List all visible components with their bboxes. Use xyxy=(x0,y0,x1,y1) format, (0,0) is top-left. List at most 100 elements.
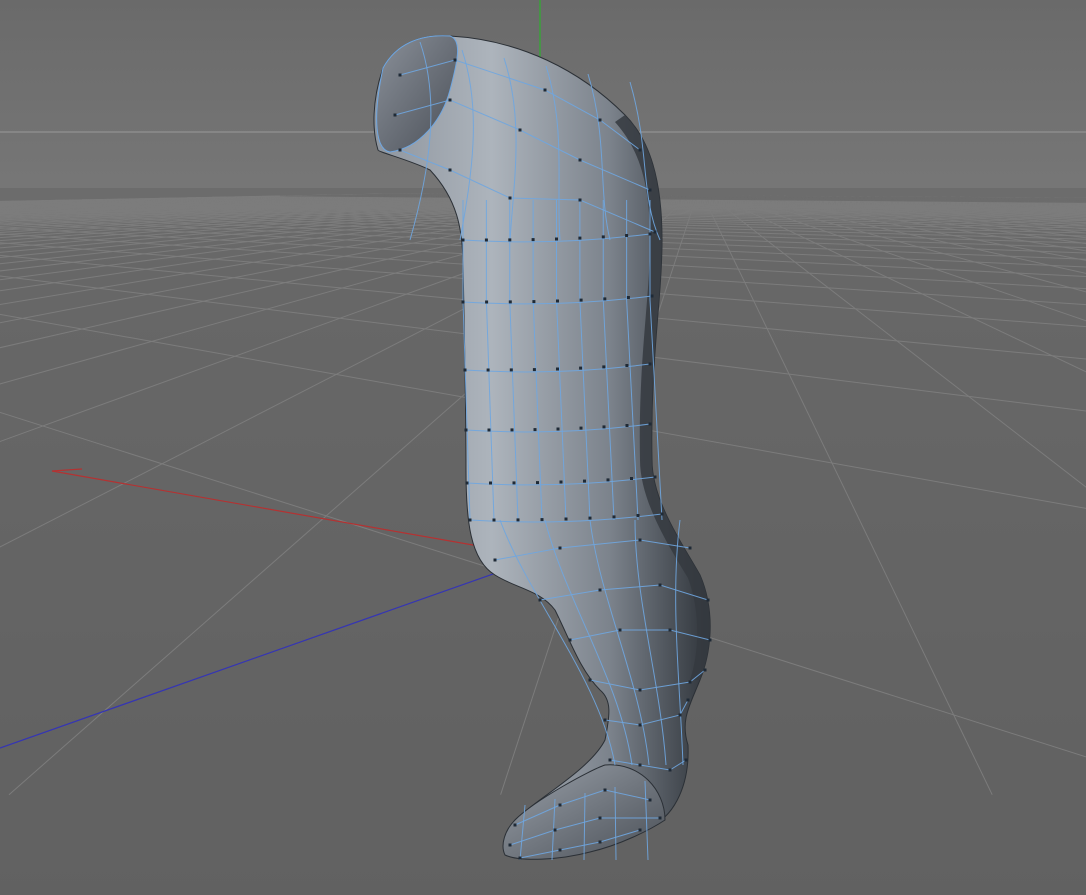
mesh-vertex[interactable] xyxy=(568,638,572,642)
mesh-vertex[interactable] xyxy=(601,235,605,239)
mesh-vertex[interactable] xyxy=(658,583,662,587)
mesh-vertex[interactable] xyxy=(648,232,652,236)
mesh-vertex[interactable] xyxy=(603,718,607,722)
mesh-vertex[interactable] xyxy=(484,238,488,242)
mesh-vertex[interactable] xyxy=(492,518,496,522)
mesh-vertex[interactable] xyxy=(688,546,692,550)
mesh-vertex[interactable] xyxy=(393,113,397,117)
mesh-vertex[interactable] xyxy=(461,300,465,304)
mesh-vertex[interactable] xyxy=(650,294,654,298)
mesh-vertex[interactable] xyxy=(508,300,512,304)
mesh-vertex[interactable] xyxy=(638,763,642,767)
viewport-canvas[interactable] xyxy=(0,0,1086,895)
mesh-vertex[interactable] xyxy=(626,296,630,299)
mesh-vertex[interactable] xyxy=(531,238,535,242)
mesh-vertex[interactable] xyxy=(625,424,629,427)
mesh-vertex[interactable] xyxy=(465,481,469,485)
mesh-vertex[interactable] xyxy=(708,638,712,642)
mesh-vertex[interactable] xyxy=(578,198,582,202)
mesh-vertex[interactable] xyxy=(638,723,642,727)
mesh-vertex[interactable] xyxy=(468,518,472,522)
mesh-vertex[interactable] xyxy=(553,828,557,832)
mesh-vertex[interactable] xyxy=(461,238,465,242)
mesh-vertex[interactable] xyxy=(653,230,657,234)
mesh-vertex[interactable] xyxy=(598,840,602,844)
mesh-vertex[interactable] xyxy=(648,422,652,426)
mesh-vertex[interactable] xyxy=(686,698,690,702)
mesh-vertex[interactable] xyxy=(556,427,560,431)
mesh-vertex[interactable] xyxy=(556,299,559,303)
mesh-vertex[interactable] xyxy=(532,300,536,304)
mesh-vertex[interactable] xyxy=(579,366,583,370)
mesh-vertex[interactable] xyxy=(493,558,497,562)
mesh-vertex[interactable] xyxy=(598,816,602,820)
mesh-vertex[interactable] xyxy=(684,758,688,762)
mesh-vertex[interactable] xyxy=(688,680,692,684)
mesh-vertex[interactable] xyxy=(533,428,537,432)
mesh-vertex[interactable] xyxy=(625,364,629,367)
mesh-vertex[interactable] xyxy=(486,368,490,372)
mesh-vertex[interactable] xyxy=(509,368,513,372)
mesh-vertex[interactable] xyxy=(508,196,512,200)
mesh-vertex[interactable] xyxy=(559,480,563,484)
mesh-vertex[interactable] xyxy=(538,598,542,602)
mesh-vertex[interactable] xyxy=(618,628,622,632)
mesh-vertex[interactable] xyxy=(660,512,664,516)
mesh-vertex[interactable] xyxy=(518,856,522,860)
mesh-vertex[interactable] xyxy=(636,514,640,517)
mesh-vertex[interactable] xyxy=(398,73,402,77)
mesh-vertex[interactable] xyxy=(532,368,536,372)
mesh-vertex[interactable] xyxy=(638,538,642,542)
mesh-vertex[interactable] xyxy=(512,481,516,485)
3d-viewport[interactable] xyxy=(0,0,1086,895)
mesh-vertex[interactable] xyxy=(598,588,602,592)
mesh-vertex[interactable] xyxy=(583,479,586,483)
mesh-vertex[interactable] xyxy=(703,668,707,672)
mesh-vertex[interactable] xyxy=(648,798,652,802)
mesh-vertex[interactable] xyxy=(606,478,610,482)
mesh-vertex[interactable] xyxy=(638,148,642,152)
mesh-vertex[interactable] xyxy=(536,481,539,485)
mesh-vertex[interactable] xyxy=(602,365,606,369)
mesh-vertex[interactable] xyxy=(485,300,489,304)
mesh-vertex[interactable] xyxy=(638,688,642,692)
mesh-vertex[interactable] xyxy=(513,823,517,827)
mesh-vertex[interactable] xyxy=(508,238,512,242)
mesh-vertex[interactable] xyxy=(453,58,457,62)
mesh-vertex[interactable] xyxy=(463,368,467,372)
mesh-vertex[interactable] xyxy=(448,98,452,102)
mesh-vertex[interactable] xyxy=(487,428,491,432)
mesh-vertex[interactable] xyxy=(603,297,607,301)
mesh-vertex[interactable] xyxy=(398,148,402,152)
mesh-vertex[interactable] xyxy=(489,481,492,485)
mesh-vertex[interactable] xyxy=(555,237,558,241)
mesh-vertex[interactable] xyxy=(678,713,682,717)
mesh-vertex[interactable] xyxy=(579,426,583,430)
mesh-vertex[interactable] xyxy=(464,428,468,432)
mesh-vertex[interactable] xyxy=(448,168,452,172)
mesh-vertex[interactable] xyxy=(653,475,657,479)
mesh-vertex[interactable] xyxy=(588,516,592,520)
mesh-vertex[interactable] xyxy=(648,188,652,192)
mesh-vertex[interactable] xyxy=(668,768,672,772)
mesh-vertex[interactable] xyxy=(625,234,629,237)
mesh-vertex[interactable] xyxy=(543,88,547,92)
mesh-vertex[interactable] xyxy=(558,546,562,550)
mesh-vertex[interactable] xyxy=(706,598,710,602)
mesh-vertex[interactable] xyxy=(558,803,562,807)
mesh-vertex[interactable] xyxy=(638,828,642,832)
mesh-vertex[interactable] xyxy=(516,518,520,522)
mesh-vertex[interactable] xyxy=(540,518,544,522)
mesh-vertex[interactable] xyxy=(668,628,672,632)
mesh-vertex[interactable] xyxy=(658,816,662,820)
mesh-vertex[interactable] xyxy=(588,678,592,682)
mesh-vertex[interactable] xyxy=(602,425,606,429)
mesh-vertex[interactable] xyxy=(508,843,512,847)
mesh-vertex[interactable] xyxy=(518,128,522,132)
mesh-vertex[interactable] xyxy=(556,367,559,371)
mesh-vertex[interactable] xyxy=(598,118,602,122)
mesh-vertex[interactable] xyxy=(630,477,633,480)
mesh-vertex[interactable] xyxy=(612,515,616,519)
mesh-vertex[interactable] xyxy=(578,236,582,240)
mesh-vertex[interactable] xyxy=(608,758,612,762)
